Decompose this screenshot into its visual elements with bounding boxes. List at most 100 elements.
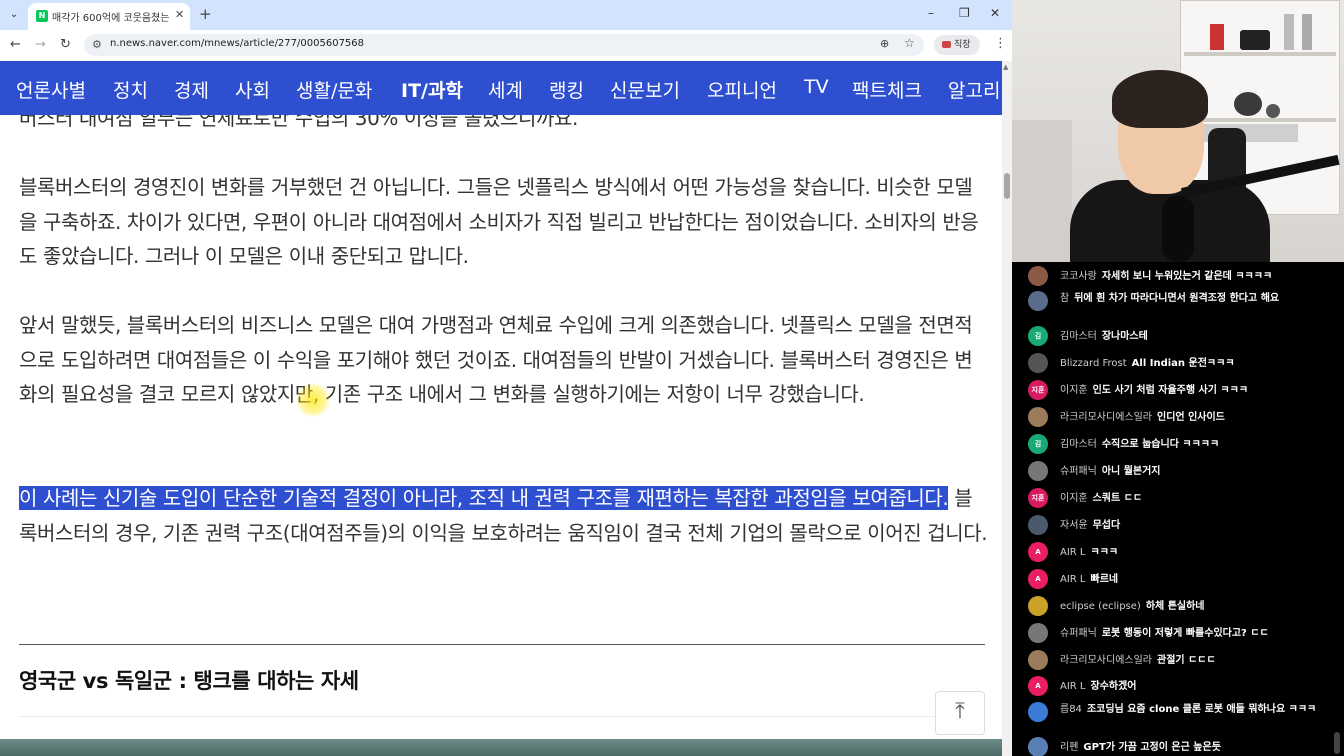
chat-username[interactable]: 김마스터 xyxy=(1060,331,1097,342)
nav-item-world[interactable]: 세계 xyxy=(488,76,523,103)
chat-text: GPT가 가끔 고정이 은근 높은듯 xyxy=(1083,742,1221,753)
tab-title: 매각가 600억에 코웃음쳤는데 xyxy=(52,13,170,24)
chat-username[interactable]: 릅84 xyxy=(1060,704,1082,715)
url-text[interactable]: n.news.naver.com/mnews/article/277/00056… xyxy=(110,38,364,49)
chat-avatar[interactable] xyxy=(1028,291,1048,311)
nav-item-factcheck[interactable]: 팩트체크 xyxy=(852,76,922,103)
chat-avatar[interactable] xyxy=(1028,650,1048,670)
chat-text: 장수하겠어 xyxy=(1090,681,1137,692)
kebab-menu-icon[interactable]: ⋮ xyxy=(994,36,1007,51)
youtube-plaque-icon xyxy=(1240,30,1270,50)
chat-username[interactable]: AIR L xyxy=(1060,574,1086,585)
shelf-board xyxy=(1184,52,1336,56)
chat-username[interactable]: 이지훈 xyxy=(1060,385,1088,396)
site-info-icon[interactable]: ⚙ xyxy=(92,38,102,51)
chat-avatar[interactable] xyxy=(1028,702,1048,722)
chat-username[interactable]: Blizzard Frost xyxy=(1060,358,1127,369)
chat-avatar[interactable] xyxy=(1028,266,1048,286)
profile-flag-icon xyxy=(942,41,951,48)
chat-text: 아니 뭘본거지 xyxy=(1101,466,1161,477)
chat-text: ㅋㅋㅋ xyxy=(1090,547,1119,558)
chat-avatar[interactable]: 지훈 xyxy=(1028,380,1048,400)
nav-item-society[interactable]: 사회 xyxy=(235,76,270,103)
nav-item-opinion[interactable]: 오피니언 xyxy=(707,76,777,103)
selected-text[interactable]: 이 사례는 신기술 도입이 단순한 기술적 결정이 아니라, 조직 내 권력 구… xyxy=(19,486,949,510)
stream-side-panel: 코코사랑 자세히 보니 누워있는거 같은데 ㅋㅋㅋㅋ 참 뒤에 흰 차가 따라다니면… xyxy=(1012,0,1344,756)
nav-item-newspaper[interactable]: 신문보기 xyxy=(610,76,680,103)
new-tab-icon[interactable]: + xyxy=(199,5,212,23)
zoom-icon[interactable]: ⊕ xyxy=(880,37,889,50)
tab-search-icon[interactable]: ⌄ xyxy=(6,7,22,23)
chat-text: 하체 튼실하네 xyxy=(1145,601,1205,612)
article-paragraph-2: 앞서 말했듯, 블록버스터의 비즈니스 모델은 대여 가맹점과 연체료 수입에 … xyxy=(19,313,973,406)
shelf-board xyxy=(1184,118,1336,122)
chat-username[interactable]: 슈퍼패닉 xyxy=(1060,628,1097,639)
nav-item-politics[interactable]: 정치 xyxy=(113,76,148,103)
nav-item-algorithm[interactable]: 알고리 xyxy=(948,76,1000,103)
window-close-icon[interactable]: ✕ xyxy=(990,6,1000,20)
active-tab[interactable]: N 매각가 600억에 코웃음쳤는데 ✕ xyxy=(28,3,190,30)
chat-username[interactable]: AIR L xyxy=(1060,681,1086,692)
page-scrollbar[interactable]: ▲ xyxy=(1002,61,1012,756)
chat-username[interactable]: 라크리모사디에스일라 xyxy=(1060,412,1152,423)
chat-scrollbar-thumb[interactable] xyxy=(1334,732,1340,754)
scroll-to-top-button[interactable]: ⤒ xyxy=(935,691,985,735)
reload-icon[interactable]: ↻ xyxy=(60,37,71,52)
chat-username[interactable]: 참 xyxy=(1060,293,1069,304)
nav-item-press[interactable]: 언론사별 xyxy=(16,76,86,103)
chat-avatar[interactable]: 김 xyxy=(1028,434,1048,454)
bookmark-star-icon[interactable]: ☆ xyxy=(904,36,915,50)
forward-icon[interactable]: → xyxy=(35,37,46,52)
nav-item-it-science[interactable]: IT/과학 xyxy=(401,76,463,103)
scrollbar-thumb[interactable] xyxy=(1004,173,1010,199)
chat-username[interactable]: 코코사랑 xyxy=(1060,271,1097,282)
scroll-up-arrow-icon[interactable]: ▲ xyxy=(1003,63,1008,71)
profile-button[interactable]: 직장 xyxy=(934,35,980,55)
chat-avatar[interactable] xyxy=(1028,623,1048,643)
nav-item-ranking[interactable]: 랭킹 xyxy=(549,76,584,103)
chat-avatar[interactable]: 지훈 xyxy=(1028,488,1048,508)
chat-avatar[interactable] xyxy=(1028,737,1048,756)
tab-close-icon[interactable]: ✕ xyxy=(175,8,184,21)
chat-username[interactable]: 라크리모사디에스일라 xyxy=(1060,655,1152,666)
chat-avatar[interactable]: A xyxy=(1028,569,1048,589)
chat-username[interactable]: 자서윤 xyxy=(1060,520,1088,531)
microphone xyxy=(1162,196,1194,262)
chat-text: 스쿼트 ㄷㄷ xyxy=(1092,493,1143,504)
article-paragraph-1: 블록버스터의 경영진이 변화를 거부했던 건 아닙니다. 그들은 넷플릭스 방식… xyxy=(19,175,979,268)
arrow-up-icon: ⤒ xyxy=(955,699,965,724)
minimize-icon[interactable]: – xyxy=(928,6,934,20)
chat-text: 뒤에 흰 차가 따라다니면서 원격조정 한다고 해요 xyxy=(1074,293,1280,304)
chat-username[interactable]: 이지훈 xyxy=(1060,493,1088,504)
chat-avatar[interactable] xyxy=(1028,515,1048,535)
chat-text: 빠르네 xyxy=(1090,574,1119,585)
shelf-ornament xyxy=(1234,92,1262,116)
address-bar[interactable]: ⚙ n.news.naver.com/mnews/article/277/000… xyxy=(84,34,924,56)
chat-username[interactable]: 김마스터 xyxy=(1060,439,1097,450)
shelf-bottle xyxy=(1302,14,1312,50)
chat-avatar[interactable] xyxy=(1028,596,1048,616)
nav-item-economy[interactable]: 경제 xyxy=(174,76,209,103)
chat-avatar[interactable] xyxy=(1028,407,1048,427)
profile-label: 직장 xyxy=(954,40,971,50)
category-nav: 언론사별 정치 경제 사회 생활/문화 IT/과학 세계 랭킹 신문보기 오피니… xyxy=(0,61,1002,115)
article-image-top-edge xyxy=(0,739,1002,756)
chat-avatar[interactable] xyxy=(1028,353,1048,373)
chat-avatar[interactable]: A xyxy=(1028,542,1048,562)
wall xyxy=(1012,120,1072,262)
nav-item-life-culture[interactable]: 생활/문화 xyxy=(296,76,372,103)
nav-item-tv[interactable]: TV xyxy=(804,76,829,98)
chat-username[interactable]: eclipse (eclipse) xyxy=(1060,601,1141,612)
figurine xyxy=(1210,24,1224,50)
tab-strip: ⌄ N 매각가 600억에 코웃음쳤는데 ✕ + – ❐ ✕ xyxy=(0,0,1012,30)
restore-icon[interactable]: ❐ xyxy=(959,6,970,20)
chat-text: All Indian 운전ㅋㅋㅋ xyxy=(1131,358,1235,369)
back-icon[interactable]: ← xyxy=(10,37,21,52)
chat-username[interactable]: 리펜 xyxy=(1060,742,1078,753)
browser-toolbar: ← → ↻ ⚙ n.news.naver.com/mnews/article/2… xyxy=(0,30,1012,60)
chat-avatar[interactable]: 김 xyxy=(1028,326,1048,346)
chat-username[interactable]: 슈퍼패닉 xyxy=(1060,466,1097,477)
chat-username[interactable]: AIR L xyxy=(1060,547,1086,558)
chat-avatar[interactable] xyxy=(1028,461,1048,481)
chat-avatar[interactable]: A xyxy=(1028,676,1048,696)
